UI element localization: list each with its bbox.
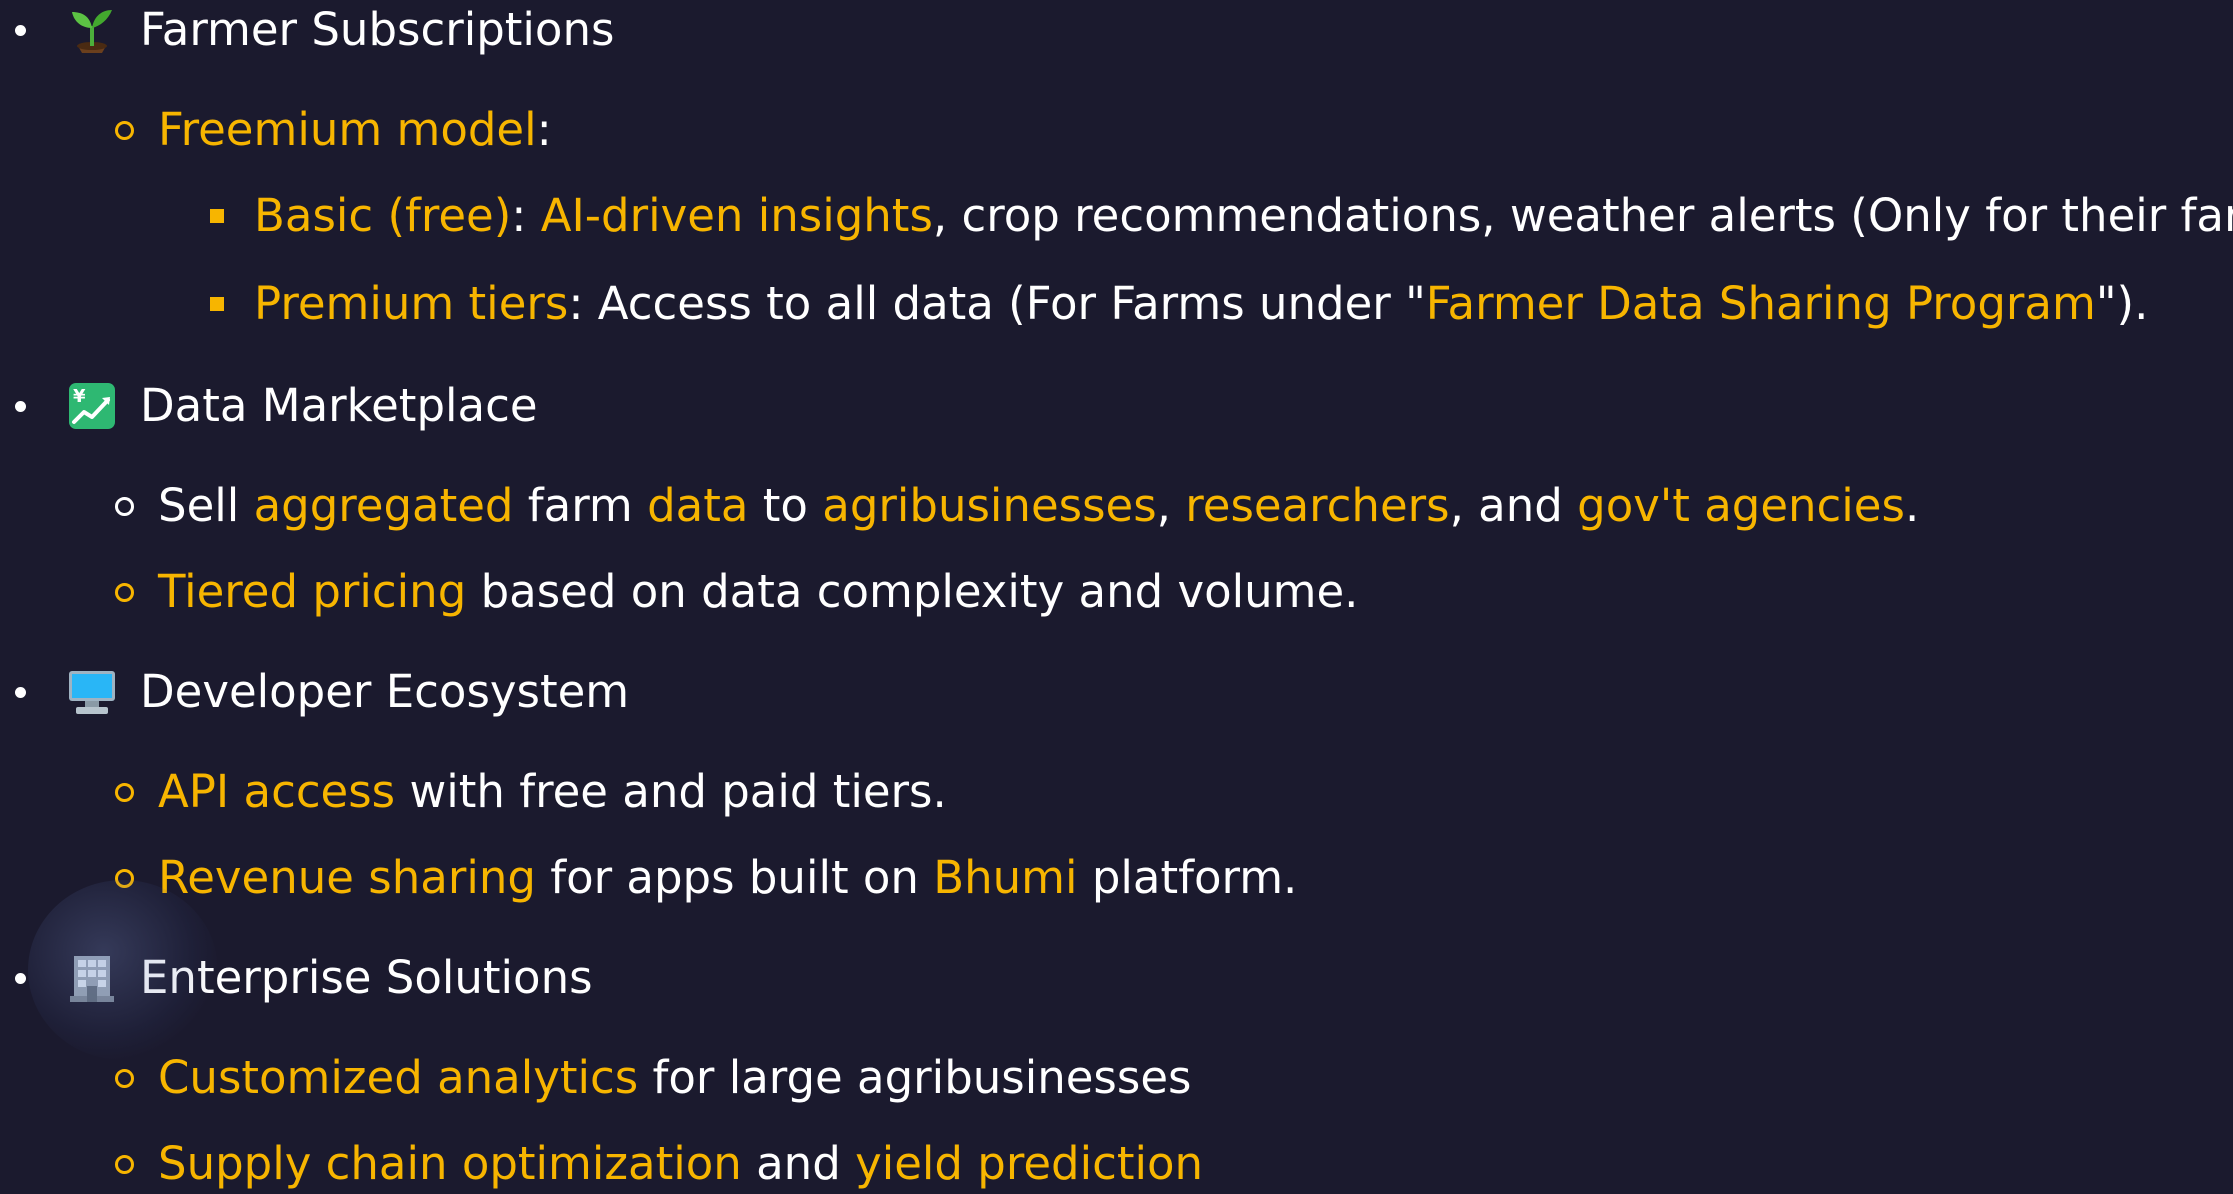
plain-text: based on data complexity and volume. — [466, 565, 1359, 618]
seedling-icon — [68, 6, 116, 54]
disc-bullet — [10, 0, 30, 60]
square-bullet-mark — [210, 297, 224, 311]
disc-bullet-mark — [14, 686, 26, 698]
section-title: Enterprise Solutions — [140, 951, 593, 1004]
item-text: Sell aggregated farm data to agribusines… — [158, 476, 1919, 536]
item-text: Freemium model: — [158, 100, 552, 160]
highlighted-phrase: Farmer Data Sharing Program — [1425, 277, 2096, 330]
plain-text: for large agribusinesses — [638, 1051, 1192, 1104]
circle-bullet-mark — [114, 120, 134, 140]
item-text: Tiered pricing based on data complexity … — [158, 562, 1359, 622]
office-building-icon — [68, 954, 116, 1002]
highlighted-phrase: data — [647, 479, 749, 532]
circle-bullet-mark — [114, 1154, 134, 1174]
item-text: Revenue sharing for apps built on Bhumi … — [158, 848, 1297, 908]
section-title: Data Marketplace — [140, 379, 538, 432]
desktop-computer-icon — [68, 668, 116, 716]
plain-text: , — [1156, 479, 1186, 532]
circle-bullet-mark — [114, 1068, 134, 1088]
plain-text: platform. — [1077, 851, 1298, 904]
highlighted-phrase: API access — [158, 765, 396, 818]
disc-bullet — [10, 662, 30, 722]
highlighted-phrase: Freemium model — [158, 103, 537, 156]
circle-bullet — [110, 762, 138, 822]
plain-text: . — [1904, 479, 1920, 532]
plain-text: "). — [2095, 277, 2149, 330]
plain-text: farm — [513, 479, 648, 532]
circle-bullet — [110, 476, 138, 536]
circle-bullet — [110, 848, 138, 908]
plain-text: : — [511, 189, 541, 242]
section-title: Developer Ecosystem — [140, 665, 630, 718]
highlighted-phrase: AI-driven insights — [540, 189, 933, 242]
plain-text: , crop recommendations, weather alerts (… — [932, 189, 2233, 242]
yen-chart-icon: ¥ — [68, 382, 116, 430]
item-text: Supply chain optimization and yield pred… — [158, 1134, 1203, 1194]
square-bullet-mark — [210, 209, 224, 223]
highlighted-phrase: Revenue sharing — [158, 851, 536, 904]
disc-bullet-mark — [14, 24, 26, 36]
disc-bullet-mark — [14, 400, 26, 412]
highlighted-phrase: Tiered pricing — [158, 565, 467, 618]
plain-text: with free and paid tiers. — [395, 765, 947, 818]
circle-bullet-mark — [114, 868, 134, 888]
highlighted-phrase: aggregated — [253, 479, 514, 532]
circle-bullet — [110, 100, 138, 160]
highlighted-phrase: Bhumi — [933, 851, 1078, 904]
highlighted-phrase: researchers — [1185, 479, 1450, 532]
highlighted-phrase: Supply chain optimization — [158, 1137, 742, 1190]
disc-bullet — [10, 376, 30, 436]
item-text: Customized analytics for large agribusin… — [158, 1048, 1191, 1108]
highlighted-phrase: gov't agencies — [1577, 479, 1905, 532]
circle-bullet — [110, 1048, 138, 1108]
circle-bullet — [110, 562, 138, 622]
highlighted-phrase: Customized analytics — [158, 1051, 639, 1104]
square-bullet — [206, 274, 228, 334]
circle-bullet-mark — [114, 582, 134, 602]
highlighted-phrase: Basic (free) — [254, 189, 512, 242]
item-text: Premium tiers: Access to all data (For F… — [254, 274, 2148, 334]
plain-text: : — [536, 103, 552, 156]
highlighted-phrase: yield prediction — [855, 1137, 1204, 1190]
item-text: Basic (free): AI-driven insights, crop r… — [254, 186, 2233, 246]
circle-bullet-mark — [114, 496, 134, 516]
circle-bullet — [110, 1134, 138, 1194]
plain-text: : Access to all data (For Farms under " — [568, 277, 1426, 330]
square-bullet — [206, 186, 228, 246]
disc-bullet — [10, 948, 30, 1008]
plain-text: for apps built on — [535, 851, 934, 904]
plain-text: to — [748, 479, 823, 532]
circle-bullet-mark — [114, 782, 134, 802]
item-text: API access with free and paid tiers. — [158, 762, 947, 822]
highlighted-phrase: agribusinesses — [822, 479, 1157, 532]
highlighted-phrase: Premium tiers — [254, 277, 569, 330]
plain-text: , and — [1449, 479, 1578, 532]
plain-text: and — [741, 1137, 856, 1190]
plain-text: Sell — [158, 479, 254, 532]
section-title: Farmer Subscriptions — [140, 3, 615, 56]
svg-text:¥: ¥ — [73, 386, 86, 407]
disc-bullet-mark — [14, 972, 26, 984]
